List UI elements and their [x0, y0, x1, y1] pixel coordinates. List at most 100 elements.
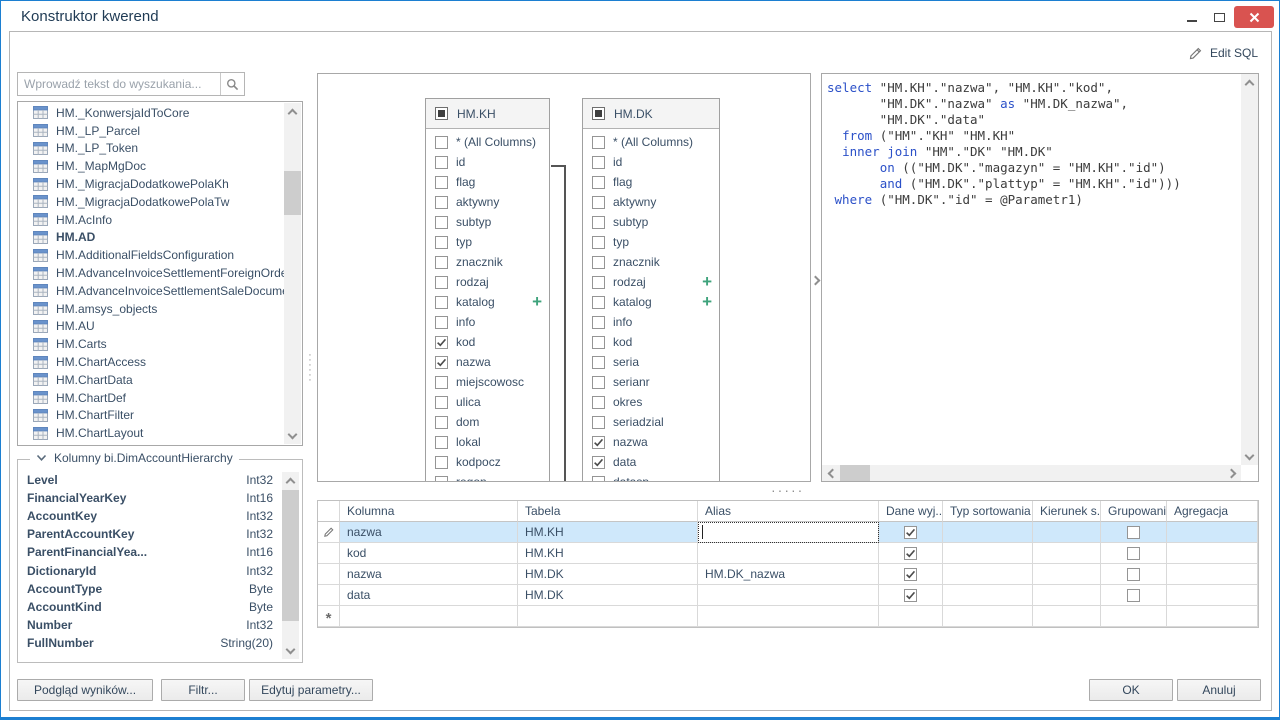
table-list-item[interactable]: HM.AcInfo — [19, 211, 284, 229]
table-list-item[interactable]: HM._MigracjaDodatkowePolaTw — [19, 193, 284, 211]
card-column-row[interactable]: znacznik — [426, 252, 549, 272]
card-column-row[interactable]: typ — [583, 232, 719, 252]
card-column-row[interactable]: subtyp — [426, 212, 549, 232]
grid-header-cell[interactable]: Kierunek s... — [1033, 501, 1101, 522]
grid-data-row[interactable]: kodHM.KH — [318, 543, 1258, 564]
column-checkbox[interactable] — [592, 436, 605, 449]
column-checkbox[interactable] — [592, 156, 605, 169]
grid-header-cell[interactable]: Dane wyj... — [879, 501, 943, 522]
table-list-item[interactable]: HM.AU — [19, 318, 284, 336]
scrollbar-thumb[interactable] — [284, 171, 301, 215]
grid-header-cell[interactable]: Kolumna — [340, 501, 518, 522]
column-checkbox[interactable] — [592, 396, 605, 409]
cell-aggregation[interactable] — [1167, 585, 1258, 606]
empty-cell[interactable] — [698, 606, 879, 627]
column-info-row[interactable]: ParentFinancialYea...Int16 — [21, 543, 299, 561]
card-column-row[interactable]: * (All Columns) — [426, 132, 549, 152]
scrollbar-thumb[interactable] — [282, 490, 299, 621]
column-checkbox[interactable] — [435, 356, 448, 369]
grid-data-row[interactable]: nazwaHM.DKHM.DK_nazwa — [318, 564, 1258, 585]
card-column-row[interactable]: rodzaj — [426, 272, 549, 292]
grouping-checkbox[interactable] — [1101, 585, 1167, 606]
table-list-item[interactable]: HM.AdvanceInvoiceSettlementSaleDocument — [19, 282, 284, 300]
card-column-row[interactable]: nazwa — [426, 352, 549, 372]
columns-groupbox-header[interactable]: Kolumny bi.DimAccountHierarchy — [30, 451, 239, 465]
card-column-row[interactable]: aktywny — [583, 192, 719, 212]
output-checkbox[interactable] — [879, 585, 943, 606]
column-checkbox[interactable] — [435, 136, 448, 149]
card-column-row[interactable]: seriadzial — [583, 412, 719, 432]
cell-sort-direction[interactable] — [1033, 564, 1101, 585]
column-checkbox[interactable] — [435, 156, 448, 169]
add-join-icon[interactable]: + — [702, 273, 712, 291]
card-column-row[interactable]: miejscowosc — [426, 372, 549, 392]
card-column-row[interactable]: subtyp — [583, 212, 719, 232]
column-checkbox[interactable] — [435, 336, 448, 349]
table-list-item[interactable]: HM.ChartFilter — [19, 407, 284, 425]
cell-kolumna[interactable]: nazwa — [340, 564, 518, 585]
sql-vertical-scrollbar[interactable] — [1241, 74, 1258, 465]
empty-cell[interactable] — [1033, 606, 1101, 627]
column-info-row[interactable]: AccountTypeByte — [21, 580, 299, 598]
column-info-row[interactable]: AccountKeyInt32 — [21, 507, 299, 525]
cell-aggregation[interactable] — [1167, 522, 1258, 543]
card-column-row[interactable]: ulica — [426, 392, 549, 412]
column-checkbox[interactable] — [592, 176, 605, 189]
empty-cell[interactable] — [340, 606, 518, 627]
column-checkbox[interactable] — [435, 396, 448, 409]
column-info-row[interactable]: LevelInt32 — [21, 471, 299, 489]
panel-collapse-button[interactable] — [812, 273, 819, 287]
ok-button[interactable]: OK — [1089, 679, 1173, 701]
empty-cell[interactable] — [943, 606, 1033, 627]
table-checkbox-indeterminate[interactable] — [592, 107, 605, 120]
maximize-button[interactable] — [1206, 6, 1232, 28]
card-column-row[interactable]: kod — [426, 332, 549, 352]
table-checkbox-indeterminate[interactable] — [435, 107, 448, 120]
table-list-item[interactable]: HM._MigracjaDodatkowePolaKh — [19, 175, 284, 193]
column-checkbox[interactable] — [592, 236, 605, 249]
column-checkbox[interactable] — [592, 216, 605, 229]
card-column-row[interactable]: info — [426, 312, 549, 332]
scroll-down-icon[interactable] — [282, 642, 299, 659]
column-checkbox[interactable] — [435, 176, 448, 189]
table-card-header[interactable]: HM.KH — [426, 99, 549, 129]
cancel-button[interactable]: Anuluj — [1177, 679, 1261, 701]
card-column-row[interactable]: okres — [583, 392, 719, 412]
column-checkbox[interactable] — [435, 276, 448, 289]
grouping-checkbox[interactable] — [1101, 522, 1167, 543]
column-checkbox[interactable] — [435, 456, 448, 469]
scroll-up-icon[interactable] — [282, 472, 299, 489]
card-column-row[interactable]: seria — [583, 352, 719, 372]
scroll-left-icon[interactable] — [822, 465, 839, 482]
column-checkbox[interactable] — [592, 296, 605, 309]
sql-preview-panel[interactable]: select "HM.KH"."nazwa", "HM.KH"."kod", "… — [821, 73, 1259, 482]
output-checkbox[interactable] — [879, 543, 943, 564]
column-checkbox[interactable] — [592, 256, 605, 269]
column-info-row[interactable]: FinancialYearKeyInt16 — [21, 489, 299, 507]
card-column-row[interactable]: info — [583, 312, 719, 332]
tables-list-scrollbar[interactable] — [284, 103, 301, 444]
empty-cell[interactable] — [518, 606, 698, 627]
cell-sort-direction[interactable] — [1033, 543, 1101, 564]
column-checkbox[interactable] — [592, 456, 605, 469]
card-column-row[interactable]: serianr — [583, 372, 719, 392]
cell-alias[interactable] — [698, 543, 879, 564]
column-checkbox[interactable] — [592, 276, 605, 289]
card-column-row[interactable]: lokal — [426, 432, 549, 452]
column-info-row[interactable]: ParentAccountKeyInt32 — [21, 525, 299, 543]
column-info-row[interactable]: DictionaryIdInt32 — [21, 561, 299, 579]
add-join-icon[interactable]: + — [532, 293, 542, 311]
search-button[interactable] — [220, 73, 244, 95]
table-list-item[interactable]: HM._KonwersjaIdToCore — [19, 104, 284, 122]
column-checkbox[interactable] — [592, 376, 605, 389]
output-checkbox[interactable] — [879, 564, 943, 585]
column-checkbox[interactable] — [435, 256, 448, 269]
card-column-row[interactable]: id — [426, 152, 549, 172]
table-card-hmdk[interactable]: HM.DK * (All Columns)idflagaktywnysubtyp… — [582, 98, 720, 482]
table-list-item[interactable]: HM.amsys_objects — [19, 300, 284, 318]
grid-data-row[interactable]: dataHM.DK — [318, 585, 1258, 606]
sql-text[interactable]: select "HM.KH"."nazwa", "HM.KH"."kod", "… — [827, 80, 1236, 208]
card-column-row[interactable]: katalog+ — [583, 292, 719, 312]
grid-data-row[interactable]: nazwaHM.KH — [318, 522, 1258, 543]
grouping-checkbox[interactable] — [1101, 543, 1167, 564]
